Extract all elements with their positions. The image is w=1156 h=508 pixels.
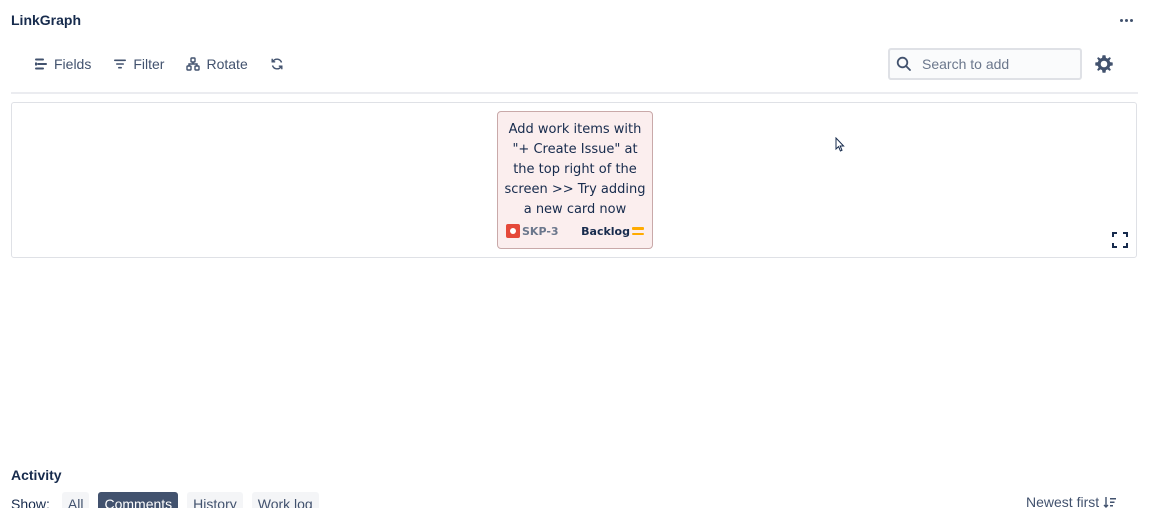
filter-label: Filter bbox=[133, 56, 165, 72]
toolbar-divider bbox=[11, 92, 1138, 94]
status-label: Backlog bbox=[581, 224, 630, 238]
filter-icon bbox=[114, 59, 127, 69]
filter-comments-button[interactable]: Comments bbox=[98, 492, 179, 508]
fields-label: Fields bbox=[54, 56, 92, 72]
priority-medium-icon bbox=[632, 227, 644, 235]
filter-button[interactable]: Filter bbox=[106, 48, 171, 80]
fields-button[interactable]: Fields bbox=[27, 48, 98, 80]
sort-descending-icon bbox=[1103, 497, 1117, 508]
sort-label: Newest first bbox=[1026, 494, 1100, 508]
dot-icon bbox=[1119, 18, 1123, 22]
issue-card-footer: SKP-3 Backlog bbox=[506, 224, 644, 238]
sort-order-button[interactable]: Newest first bbox=[1026, 494, 1117, 508]
refresh-icon bbox=[271, 58, 283, 70]
activity-heading: Activity bbox=[11, 467, 62, 483]
show-label: Show: bbox=[11, 496, 50, 508]
issue-status: Backlog bbox=[581, 225, 644, 238]
more-actions-button[interactable] bbox=[1116, 10, 1136, 30]
filter-all-button[interactable]: All bbox=[61, 492, 90, 508]
mouse-cursor-icon bbox=[835, 137, 845, 152]
rotate-button[interactable]: Rotate bbox=[179, 48, 254, 80]
panel-title: LinkGraph bbox=[11, 12, 82, 28]
gear-icon[interactable] bbox=[1093, 53, 1115, 75]
search-icon bbox=[896, 56, 911, 71]
filter-history-button[interactable]: History bbox=[187, 492, 243, 508]
link-graph-canvas[interactable]: Add work items with "+ Create Issue" at … bbox=[11, 102, 1137, 258]
activity-filter-row: Show: All Comments History Work log bbox=[11, 492, 328, 508]
fullscreen-icon[interactable] bbox=[1111, 231, 1129, 249]
issue-key-label: SKP-3 bbox=[522, 224, 559, 238]
refresh-button[interactable] bbox=[263, 48, 291, 80]
issue-key[interactable]: SKP-3 bbox=[506, 224, 559, 238]
search-input[interactable] bbox=[922, 56, 1072, 72]
hierarchy-icon bbox=[186, 57, 201, 71]
filter-worklog-button[interactable]: Work log bbox=[251, 492, 319, 508]
bug-icon bbox=[506, 224, 520, 238]
dot-icon bbox=[1129, 18, 1133, 22]
issue-summary: Add work items with "+ Create Issue" at … bbox=[504, 122, 646, 217]
rotate-label: Rotate bbox=[206, 56, 248, 72]
graph-toolbar: Fields Filter Rotate bbox=[27, 48, 291, 80]
dot-icon bbox=[1124, 18, 1128, 22]
issue-card[interactable]: Add work items with "+ Create Issue" at … bbox=[497, 111, 653, 249]
search-box[interactable] bbox=[888, 48, 1082, 80]
fields-icon bbox=[35, 58, 47, 70]
